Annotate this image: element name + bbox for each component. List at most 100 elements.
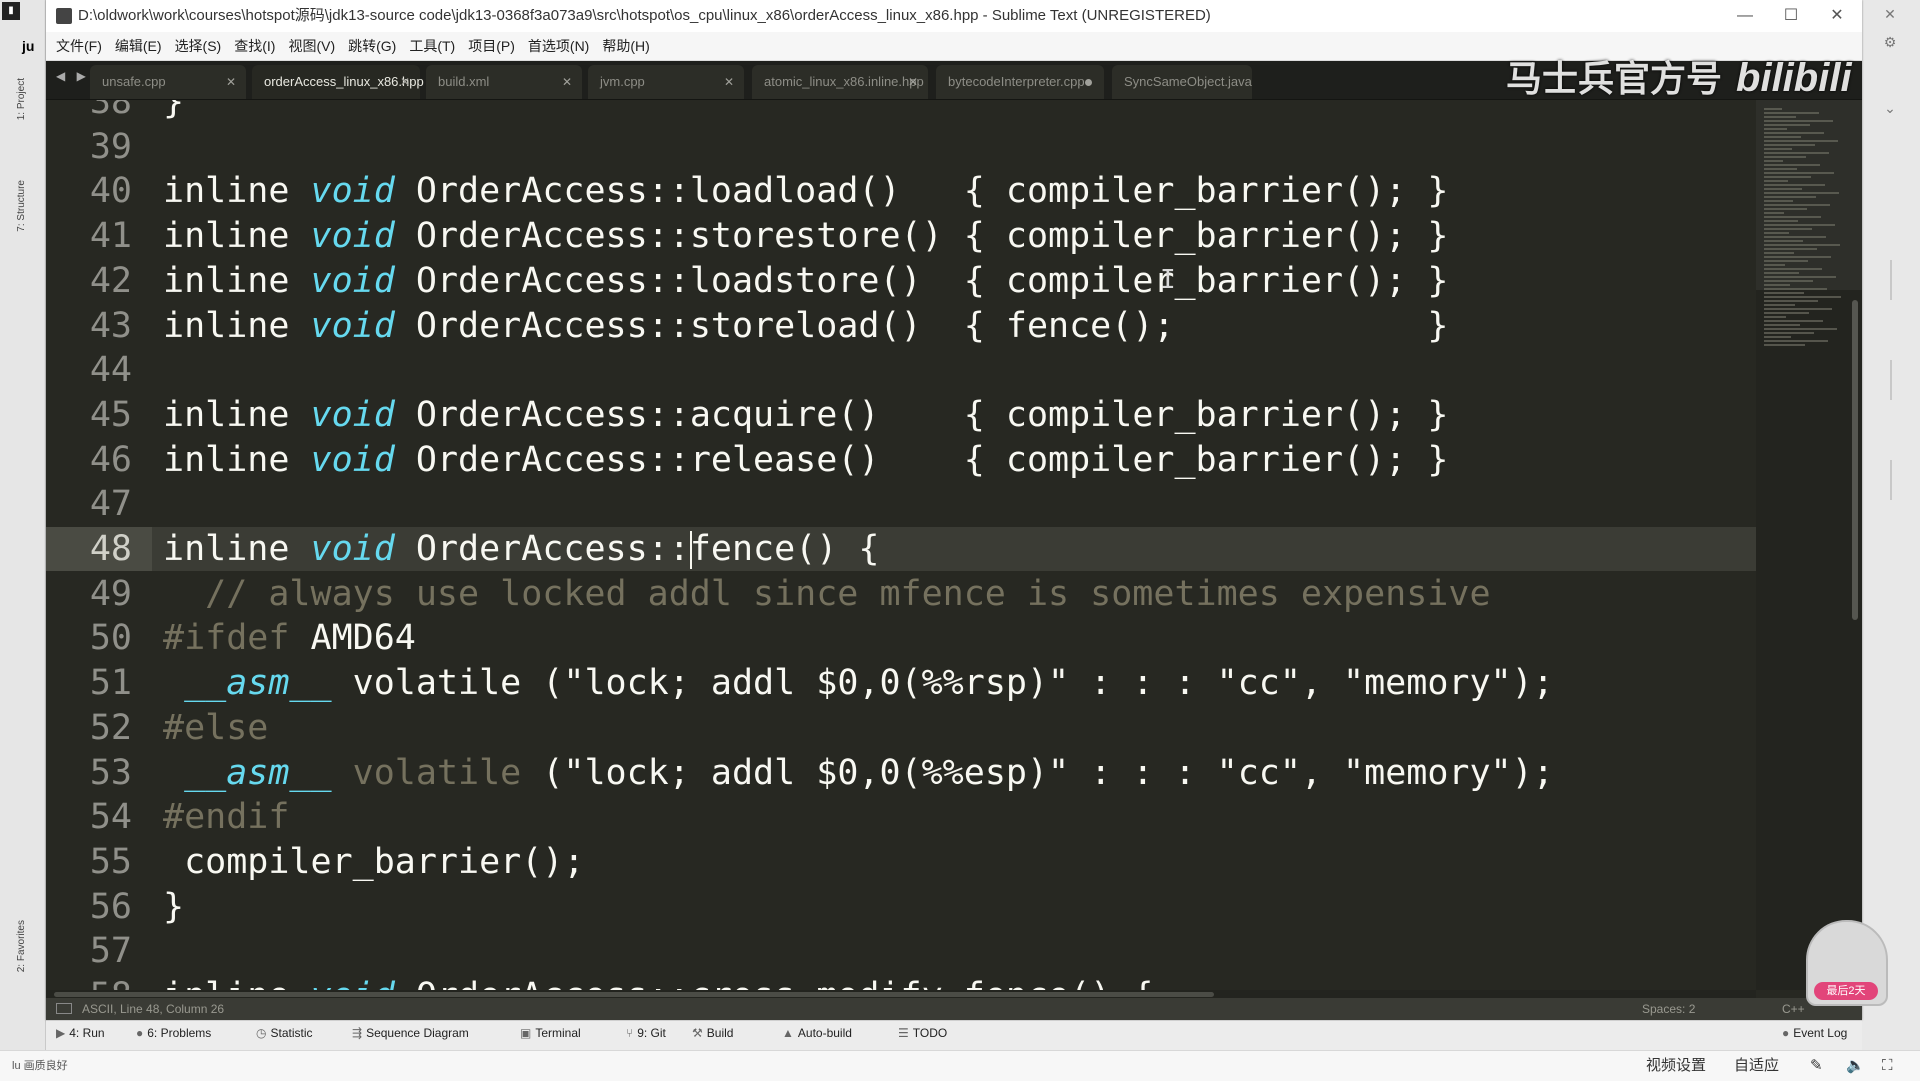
- code-line[interactable]: 51 __asm__ volatile ("lock; addl $0,0(%%…: [46, 661, 1756, 705]
- line-number[interactable]: 44: [46, 348, 132, 392]
- line-number[interactable]: 43: [46, 304, 132, 348]
- tab[interactable]: SyncSameObject.java: [1112, 65, 1252, 99]
- tab[interactable]: unsafe.cpp ✕: [90, 65, 246, 99]
- unsaved-dot-icon[interactable]: [1085, 79, 1092, 86]
- code-line[interactable]: 44: [46, 348, 1756, 392]
- line-number[interactable]: 52: [46, 706, 132, 750]
- line-number[interactable]: 47: [46, 482, 132, 526]
- line-number[interactable]: 40: [46, 169, 132, 213]
- right-tool-tab[interactable]: [1890, 360, 1892, 400]
- toolwindow-button[interactable]: ⚒ Build: [692, 1023, 733, 1043]
- code-line[interactable]: 39: [46, 125, 1756, 169]
- menu-item[interactable]: 帮助(H): [602, 32, 649, 60]
- line-number[interactable]: 51: [46, 661, 132, 705]
- tab[interactable]: build.xml ✕: [426, 65, 582, 99]
- line-number[interactable]: 58: [46, 974, 132, 990]
- status-indentation[interactable]: Spaces: 2: [1642, 998, 1695, 1020]
- toolwindow-button[interactable]: ⑂ 9: Git: [626, 1023, 666, 1043]
- tab[interactable]: bytecodeInterpreter.cpp: [936, 65, 1104, 99]
- code-line[interactable]: 48 inline void OrderAccess::fence() {: [46, 527, 1756, 571]
- settings-icon[interactable]: ⚙: [1880, 34, 1900, 51]
- minimize-icon[interactable]: —: [1722, 0, 1768, 32]
- code-line[interactable]: 49 // always use locked addl since mfenc…: [46, 572, 1756, 616]
- code-line[interactable]: 58 inline void OrderAccess::cross_modify_…: [46, 974, 1756, 990]
- fullscreen-icon[interactable]: ⛶: [1882, 1051, 1893, 1081]
- code-line[interactable]: 45 inline void OrderAccess::acquire() { c…: [46, 393, 1756, 437]
- toolwindow-button[interactable]: ▲ Auto-build: [782, 1023, 852, 1043]
- menu-item[interactable]: 视图(V): [288, 32, 335, 60]
- code-line[interactable]: 38}: [46, 100, 1756, 124]
- tab-close-icon[interactable]: ✕: [400, 65, 410, 99]
- code-line[interactable]: 56}: [46, 885, 1756, 929]
- status-syntax[interactable]: C++: [1782, 998, 1805, 1020]
- panel-toggle-icon[interactable]: [56, 1003, 72, 1014]
- toolwindow-button[interactable]: ● 6: Problems: [136, 1023, 211, 1043]
- tab[interactable]: jvm.cpp ✕: [588, 65, 744, 99]
- line-number[interactable]: 41: [46, 214, 132, 258]
- menu-item[interactable]: 查找(I): [234, 32, 275, 60]
- code-line[interactable]: 43 inline void OrderAccess::storeload() {…: [46, 304, 1756, 348]
- tab[interactable]: atomic_linux_x86.inline.hpp ✕: [752, 65, 928, 99]
- code-line[interactable]: 40 inline void OrderAccess::loadload() { …: [46, 169, 1756, 213]
- adaptive-button[interactable]: 自适应: [1734, 1051, 1779, 1081]
- maximize-icon[interactable]: ☐: [1768, 0, 1814, 32]
- line-number[interactable]: 48: [46, 527, 152, 571]
- line-number[interactable]: 46: [46, 438, 132, 482]
- toolwindow-button[interactable]: ☰ TODO: [898, 1023, 947, 1043]
- menu-item[interactable]: 工具(T): [409, 32, 455, 60]
- tab-close-icon[interactable]: ✕: [226, 65, 236, 99]
- horizontal-scrollbar[interactable]: [46, 990, 1756, 998]
- tab-close-icon[interactable]: ✕: [724, 65, 734, 99]
- danmaku-icon[interactable]: ✎: [1810, 1051, 1823, 1081]
- menu-item[interactable]: 首选项(N): [528, 32, 589, 60]
- toolwindow-button[interactable]: ◷ Statistic: [256, 1023, 313, 1043]
- line-number[interactable]: 45: [46, 393, 132, 437]
- video-settings-button[interactable]: 视频设置: [1646, 1051, 1706, 1081]
- menu-item[interactable]: 文件(F): [56, 32, 102, 60]
- tab-nav-arrows-icon[interactable]: ◀ ▶: [56, 69, 90, 83]
- line-number[interactable]: 53: [46, 751, 132, 795]
- hscroll-thumb[interactable]: [54, 992, 1214, 997]
- line-number[interactable]: 55: [46, 840, 132, 884]
- scrollbar-thumb[interactable]: [1852, 300, 1858, 620]
- code-line[interactable]: 55 compiler_barrier();: [46, 840, 1756, 884]
- menu-item[interactable]: 项目(P): [468, 32, 515, 60]
- code-editor[interactable]: 38} 39 40 inline void OrderAccess::loadload…: [46, 100, 1756, 990]
- vertical-scrollbar[interactable]: [1850, 100, 1860, 990]
- toolwindow-button[interactable]: ▶ 4: Run: [56, 1023, 105, 1043]
- menu-item[interactable]: 编辑(E): [115, 32, 162, 60]
- line-number[interactable]: 39: [46, 125, 132, 169]
- minimap[interactable]: [1756, 100, 1862, 990]
- line-number[interactable]: 50: [46, 616, 132, 660]
- tab[interactable]: orderAccess_linux_x86.hpp ✕: [252, 65, 424, 99]
- right-tool-tab[interactable]: [1890, 260, 1892, 300]
- line-number[interactable]: 57: [46, 929, 132, 973]
- line-number[interactable]: 42: [46, 259, 132, 303]
- mascot-sticker[interactable]: 最后2天: [1806, 920, 1888, 1006]
- menu-item[interactable]: 跳转(G): [348, 32, 396, 60]
- line-number[interactable]: 38: [46, 100, 132, 124]
- line-number[interactable]: 54: [46, 795, 132, 839]
- toolwindow-button[interactable]: ⇶ Sequence Diagram: [352, 1023, 469, 1043]
- close-panel-icon[interactable]: ✕: [1880, 6, 1900, 23]
- tab-close-icon[interactable]: ✕: [562, 65, 572, 99]
- code-line[interactable]: 53 __asm__ volatile ("lock; addl $0,0(%%…: [46, 751, 1756, 795]
- right-tool-tab[interactable]: [1890, 460, 1892, 500]
- code-line[interactable]: 47: [46, 482, 1756, 526]
- code-line[interactable]: 42 inline void OrderAccess::loadstore() {…: [46, 259, 1756, 303]
- tab-close-icon[interactable]: ✕: [908, 65, 918, 99]
- menu-item[interactable]: 选择(S): [175, 32, 222, 60]
- project-tool-tab[interactable]: 1: Project: [16, 78, 30, 120]
- code-line[interactable]: 41 inline void OrderAccess::storestore() …: [46, 214, 1756, 258]
- line-number[interactable]: 49: [46, 572, 132, 616]
- code-line[interactable]: 54 #endif: [46, 795, 1756, 839]
- chevron-down-icon[interactable]: ⌄: [1880, 100, 1900, 117]
- close-icon[interactable]: ✕: [1814, 0, 1860, 32]
- toolwindow-button[interactable]: ▣ Terminal: [520, 1023, 581, 1043]
- code-line[interactable]: 57: [46, 929, 1756, 973]
- favorites-tool-tab[interactable]: 2: Favorites: [16, 920, 30, 972]
- structure-tool-tab[interactable]: 7: Structure: [16, 180, 30, 232]
- code-line[interactable]: 46 inline void OrderAccess::release() { c…: [46, 438, 1756, 482]
- volume-icon[interactable]: 🔈: [1846, 1051, 1865, 1081]
- code-line[interactable]: 50 #ifdef AMD64: [46, 616, 1756, 660]
